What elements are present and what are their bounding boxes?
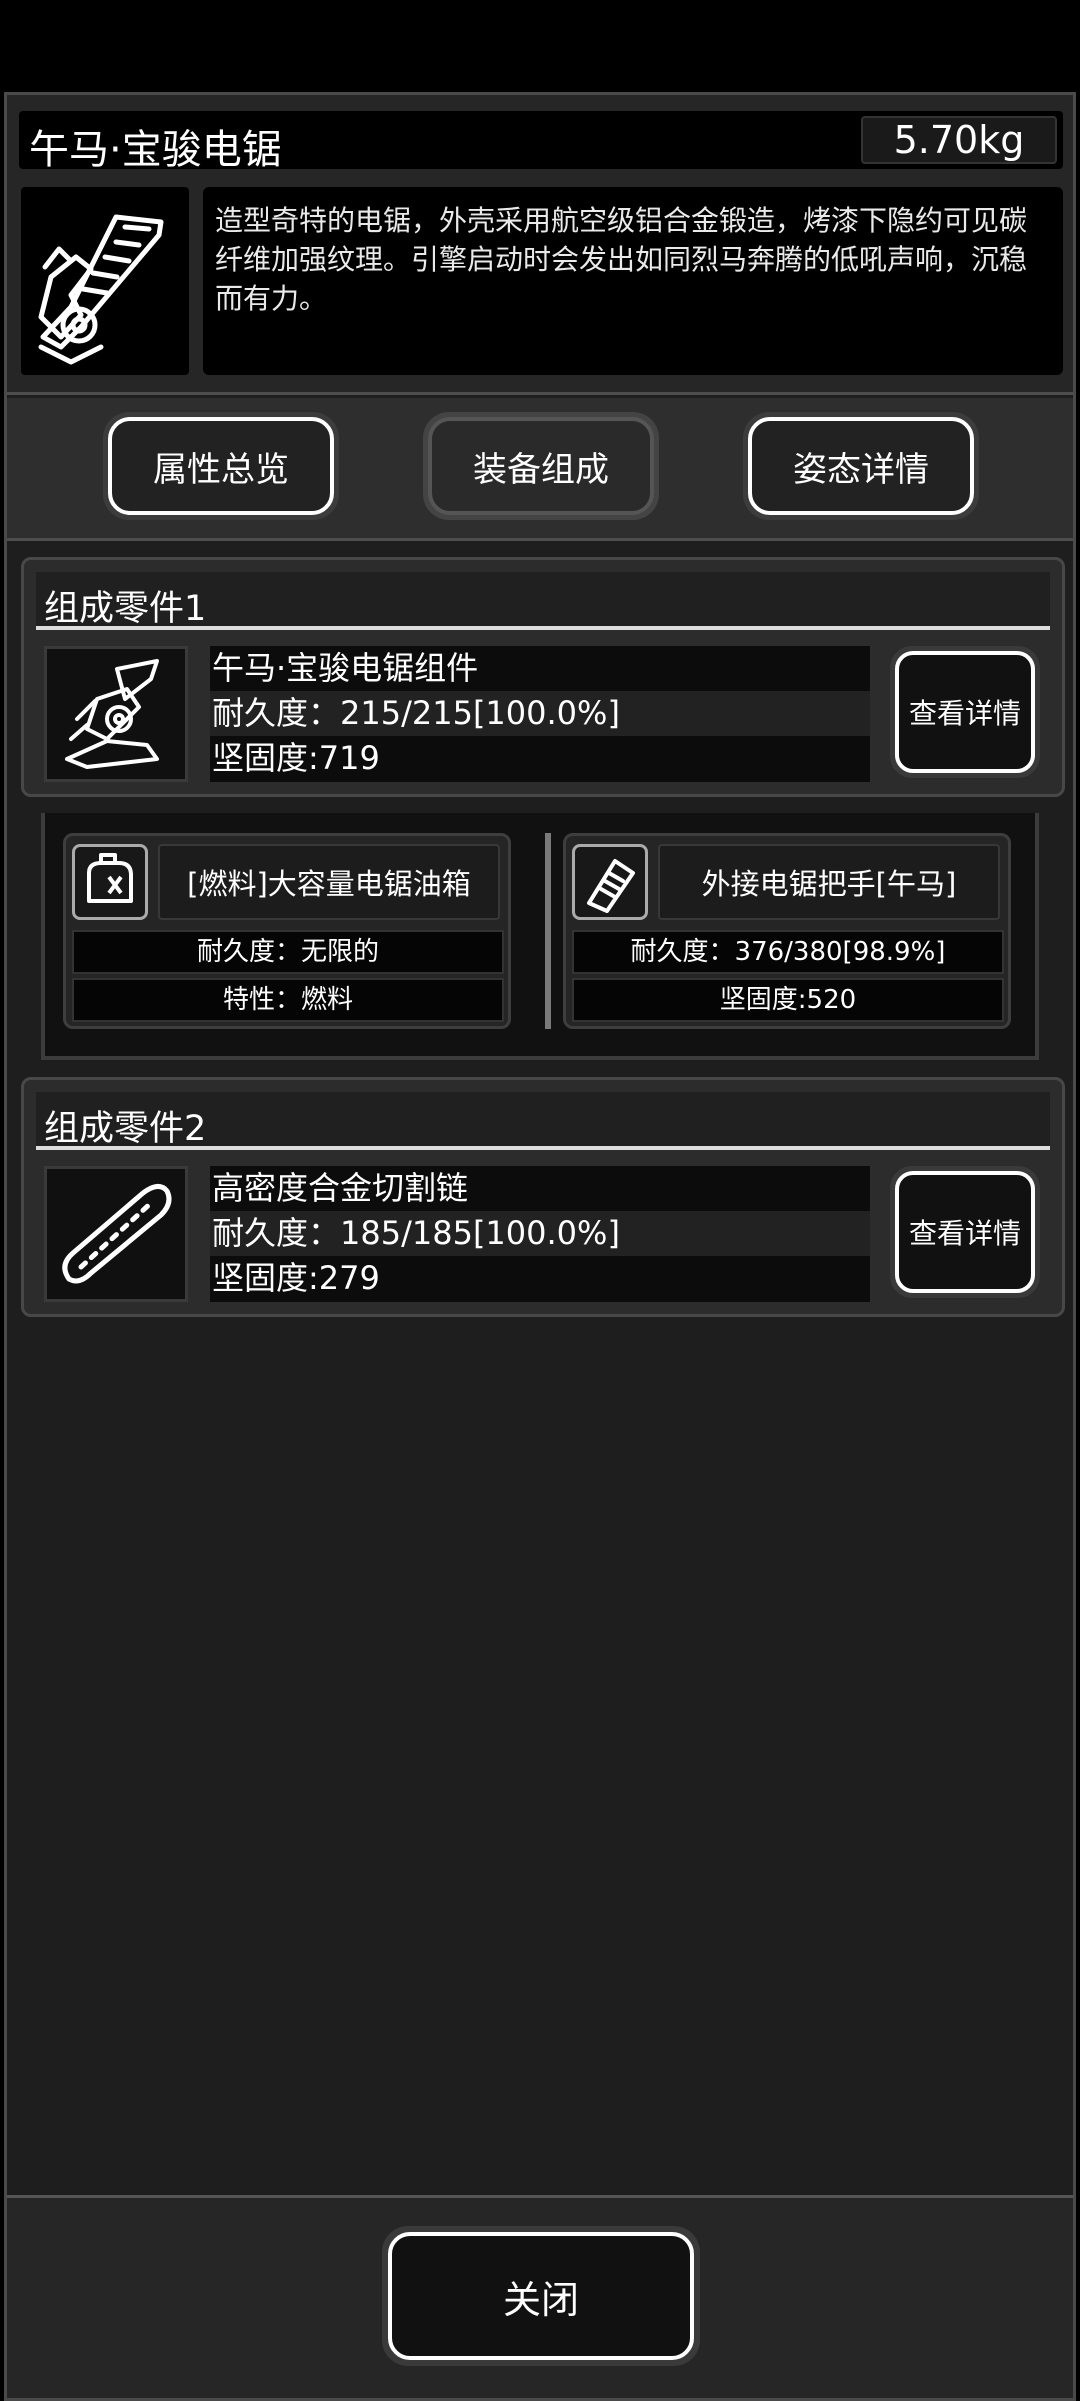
title-bar: 午马·宝骏电锯 5.70kg bbox=[19, 111, 1063, 173]
close-button-label: 关闭 bbox=[388, 2232, 694, 2360]
subpart-card[interactable]: [燃料]大容量电锯油箱 耐久度：无限的 特性：燃料 bbox=[63, 833, 511, 1029]
part-hardness: 坚固度:719 bbox=[212, 739, 380, 777]
status-bar bbox=[0, 0, 1080, 92]
fuel-tank-icon bbox=[72, 844, 148, 920]
subparts-divider bbox=[545, 833, 551, 1029]
chainsaw-body-icon bbox=[44, 646, 188, 782]
tab-composition-label: 装备组成 bbox=[428, 417, 654, 515]
part-heading: 组成零件2 bbox=[36, 1092, 1050, 1150]
subpart-name: 外接电锯把手[午马] bbox=[658, 844, 1000, 920]
part-durability: 耐久度：215/215[100.0%] bbox=[210, 691, 870, 736]
item-title: 午马·宝骏电锯 bbox=[29, 127, 282, 173]
view-details-label: 查看详情 bbox=[895, 1171, 1035, 1293]
item-weight: 5.70kg bbox=[861, 116, 1057, 164]
subpart-durability: 耐久度：无限的 bbox=[72, 930, 504, 974]
view-details-button[interactable]: 查看详情 bbox=[890, 1166, 1040, 1298]
part-heading-text: 组成零件1 bbox=[44, 589, 207, 629]
view-details-label: 查看详情 bbox=[895, 651, 1035, 773]
subpart-card[interactable]: 外接电锯把手[午马] 耐久度：376/380[98.9%] 坚固度:520 bbox=[563, 833, 1011, 1029]
item-header: 午马·宝骏电锯 5.70kg 造型奇特的电锯，外壳采用航空级铝合金锻造，烤漆下隐… bbox=[7, 95, 1073, 395]
part-durability: 耐久度：185/185[100.0%] bbox=[210, 1211, 870, 1256]
tab-bar: 属性总览 装备组成 姿态详情 bbox=[7, 398, 1073, 541]
subpart-trait: 特性：燃料 bbox=[72, 978, 504, 1022]
part-card: 组成零件2 高密度合金切割链 耐久度：185/185[100.0%] 坚固度:2… bbox=[21, 1077, 1065, 1317]
item-description: 造型奇特的电锯，外壳采用航空级铝合金锻造，烤漆下隐约可见碳纤维加强纹理。引擎启动… bbox=[203, 187, 1063, 375]
tab-stance[interactable]: 姿态详情 bbox=[743, 412, 979, 520]
view-details-button[interactable]: 查看详情 bbox=[890, 646, 1040, 778]
part-heading-text: 组成零件2 bbox=[44, 1109, 207, 1149]
part-name: 高密度合金切割链 bbox=[212, 1169, 469, 1207]
part-name: 午马·宝骏电锯组件 bbox=[212, 649, 479, 687]
tab-composition[interactable]: 装备组成 bbox=[423, 412, 659, 520]
subpart-durability: 耐久度：376/380[98.9%] bbox=[572, 930, 1004, 974]
subpart-hardness: 坚固度:520 bbox=[572, 978, 1004, 1022]
part-card: 组成零件1 午马·宝骏电锯组件 耐久度：215/215[100.0%] 坚固度:… bbox=[21, 557, 1065, 797]
subparts-panel: [燃料]大容量电锯油箱 耐久度：无限的 特性：燃料 外接电锯把手[午马] 耐久度… bbox=[41, 813, 1039, 1060]
footer-bar: 关闭 bbox=[7, 2195, 1073, 2398]
part-hardness: 坚固度:279 bbox=[212, 1259, 380, 1297]
subpart-name: [燃料]大容量电锯油箱 bbox=[158, 844, 500, 920]
close-button[interactable]: 关闭 bbox=[382, 2226, 700, 2366]
equipment-panel: 午马·宝骏电锯 5.70kg 造型奇特的电锯，外壳采用航空级铝合金锻造，烤漆下隐… bbox=[4, 92, 1076, 2401]
tab-attributes[interactable]: 属性总览 bbox=[103, 412, 339, 520]
saw-chain-icon bbox=[44, 1166, 188, 1302]
tab-attributes-label: 属性总览 bbox=[108, 417, 334, 515]
part-info: 午马·宝骏电锯组件 耐久度：215/215[100.0%] 坚固度:719 bbox=[210, 646, 870, 782]
tab-stance-label: 姿态详情 bbox=[748, 417, 974, 515]
part-info: 高密度合金切割链 耐久度：185/185[100.0%] 坚固度:279 bbox=[210, 1166, 870, 1302]
handle-icon bbox=[572, 844, 648, 920]
part-heading: 组成零件1 bbox=[36, 572, 1050, 630]
chainsaw-horse-icon bbox=[21, 187, 189, 375]
